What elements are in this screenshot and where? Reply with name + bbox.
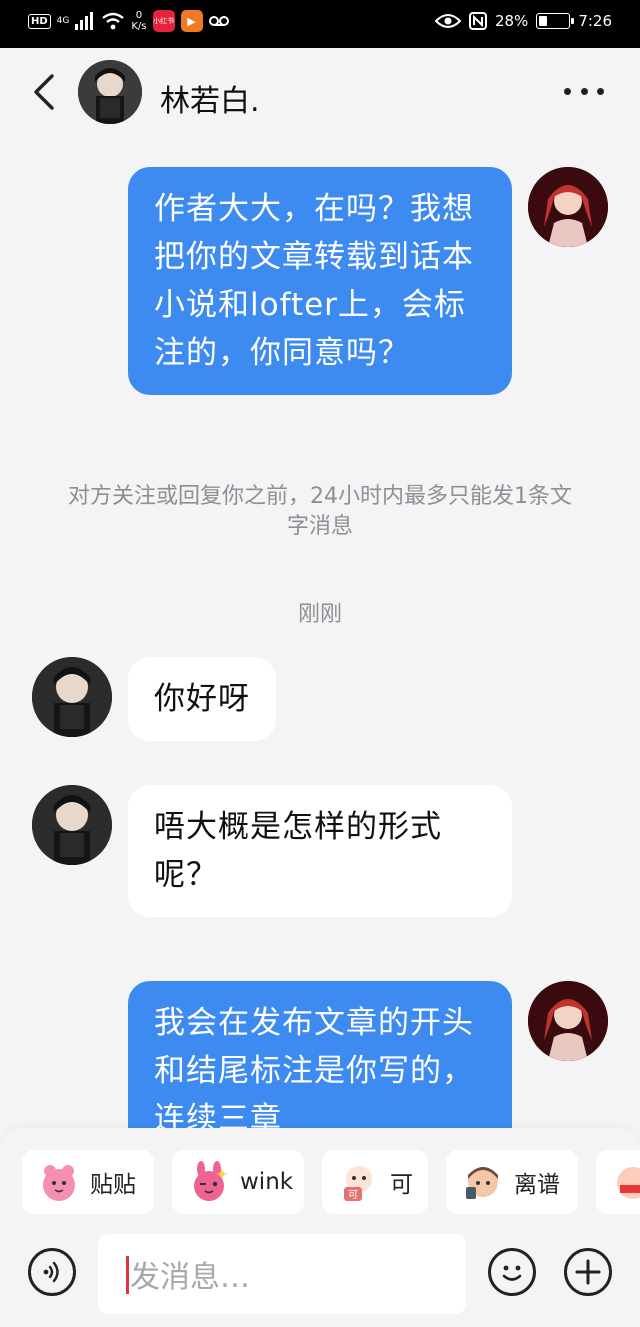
voicemail-icon — [208, 16, 229, 26]
composer-panel: 贴贴 wink 可 可 离谱 发消息… — [0, 1128, 640, 1327]
signal-label: 4G — [56, 16, 70, 26]
battery-icon — [536, 13, 575, 29]
emoji-button[interactable] — [488, 1248, 536, 1296]
my-avatar[interactable] — [528, 167, 608, 247]
my-avatar[interactable] — [528, 981, 608, 1061]
sticker-wink[interactable]: wink — [172, 1150, 304, 1214]
rate-limit-notice: 对方关注或回复你之前，24小时内最多只能发1条文字消息 — [68, 484, 572, 539]
angry-sticker-icon — [617, 1167, 640, 1199]
sticker-label: 离谱 — [514, 1172, 560, 1198]
ok-sticker-icon: 可 — [344, 1166, 372, 1201]
sticker-label: 贴贴 — [90, 1172, 136, 1198]
svg-text:可: 可 — [348, 1190, 358, 1201]
contact-avatar[interactable] — [78, 60, 142, 124]
contact-name: 林若白. — [160, 84, 260, 119]
nfc-icon — [468, 12, 487, 30]
net-speed: 0 K/s — [131, 10, 147, 32]
contact-avatar[interactable] — [32, 785, 112, 865]
video-app-icon: ▶ — [180, 10, 203, 32]
chat-header: 林若白. — [0, 48, 640, 138]
voice-input-button[interactable] — [28, 1248, 76, 1296]
status-bar: HD 4G 0 K/s 小红书 ▶ 28% 7:26 — [0, 0, 640, 48]
absurd-sticker-icon — [466, 1167, 498, 1199]
hug-sticker-icon — [43, 1165, 75, 1201]
sticker-ke[interactable]: 可 可 — [322, 1150, 428, 1214]
sticker-more[interactable] — [596, 1150, 640, 1214]
wifi-icon — [102, 12, 125, 30]
plus-icon — [575, 1259, 601, 1285]
sticker-label: 可 — [390, 1172, 413, 1198]
message-bubble-incoming: 你好呀 — [128, 657, 276, 741]
message-bubble-outgoing: 作者大大，在吗？我想把你的文章转载到话本小说和lofter上，会标注的，你同意吗… — [128, 167, 512, 395]
voice-icon — [43, 1261, 59, 1283]
wink-sticker-icon — [194, 1161, 228, 1201]
message-input[interactable]: 发消息… — [98, 1234, 466, 1314]
message-bubble-incoming: 唔大概是怎样的形式呢？ — [128, 785, 512, 917]
text-caret — [126, 1256, 129, 1294]
more-options-icon[interactable] — [564, 88, 604, 100]
sticker-tietie[interactable]: 贴贴 — [22, 1150, 154, 1214]
sticker-bar: 贴贴 wink 可 可 离谱 — [22, 1150, 640, 1216]
smiley-icon — [502, 1265, 522, 1281]
xiaohongshu-app-icon: 小红书 — [152, 10, 175, 32]
sticker-lipu[interactable]: 离谱 — [446, 1150, 578, 1214]
message-input-placeholder: 发消息… — [130, 1260, 250, 1295]
back-arrow-icon[interactable] — [28, 72, 64, 112]
eye-comfort-icon — [434, 14, 461, 28]
add-attachment-button[interactable] — [564, 1248, 612, 1296]
clock: 7:26 — [578, 12, 612, 30]
hd-icon: HD — [28, 13, 51, 29]
cell-signal-icon — [75, 12, 94, 30]
contact-avatar[interactable] — [32, 657, 112, 737]
battery-percent: 28% — [494, 12, 529, 30]
message-timestamp: 刚刚 — [297, 602, 342, 627]
sticker-label: wink — [240, 1169, 294, 1195]
